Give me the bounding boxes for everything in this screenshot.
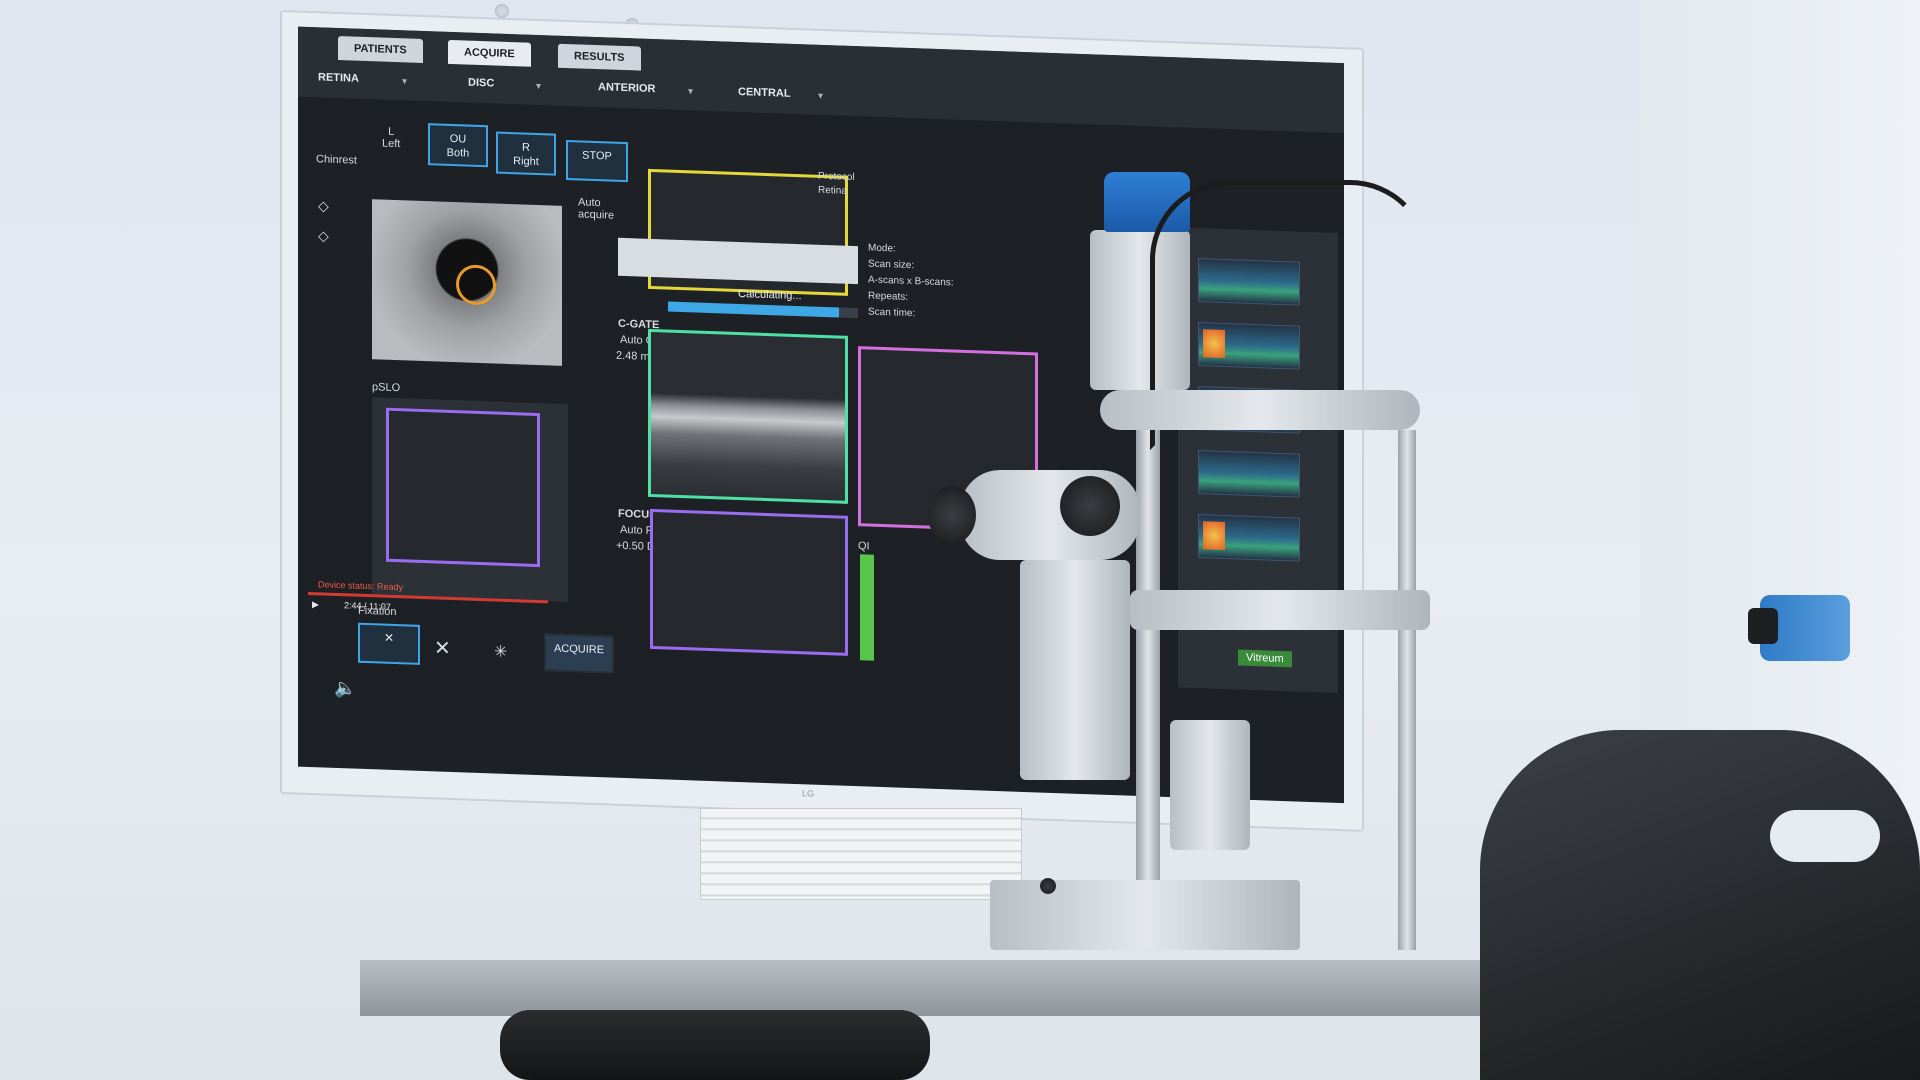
- focus-mode: Auto F: [620, 523, 653, 538]
- fixation-x-icon[interactable]: ✕: [434, 635, 451, 661]
- vitreum-logo: Vitreum: [1238, 649, 1292, 668]
- pslo-scan-frame: [386, 407, 540, 568]
- scan-info-mode: Mode:: [868, 242, 896, 255]
- fixation-star-icon[interactable]: ✳: [494, 641, 507, 661]
- progress-bar: [668, 301, 858, 319]
- forehead-rest: [1100, 390, 1420, 430]
- tab-acquire[interactable]: ACQUIRE: [448, 39, 531, 67]
- chinrest-label: Chinrest: [316, 153, 357, 167]
- eyepiece[interactable]: [928, 486, 976, 544]
- scan-info-repeats: Repeats:: [868, 290, 909, 303]
- oct-frame-purple: [650, 508, 848, 656]
- base-knob[interactable]: [1040, 878, 1056, 894]
- scan-info-time: Scan time:: [868, 306, 916, 320]
- auto-acquire-checkbox[interactable]: Auto acquire: [578, 196, 614, 221]
- wall-vent: [700, 808, 1022, 900]
- tab-patients[interactable]: PATIENTS: [338, 36, 423, 63]
- chair-handle-hole: [1770, 810, 1880, 862]
- exam-chair: [1480, 730, 1920, 1080]
- screw: [495, 4, 509, 18]
- acquire-button[interactable]: ACQUIRE: [544, 633, 614, 674]
- protocol-value[interactable]: Retina: [818, 185, 847, 197]
- speaker-icon[interactable]: 🔈: [334, 678, 356, 700]
- calculating-text: Calculating...: [738, 287, 802, 303]
- device-status: Device status: Ready: [318, 579, 404, 593]
- video-time: 2:44 / 11:07: [344, 600, 391, 612]
- stop-button[interactable]: STOP: [566, 139, 628, 183]
- chevron-down-icon[interactable]: ▾: [402, 76, 407, 87]
- mode-anterior[interactable]: ANTERIOR: [598, 81, 655, 95]
- scan-info-size: Scan size:: [868, 258, 915, 272]
- pslo-label: pSLO: [372, 381, 401, 395]
- top-bar: PATIENTS ACQUIRE RESULTS RETINA ▾ DISC ▾…: [298, 26, 1344, 134]
- chinrest-up-icon[interactable]: ◇: [318, 197, 329, 214]
- tab-results[interactable]: RESULTS: [558, 43, 641, 71]
- result-thumbnail[interactable]: [1198, 450, 1300, 498]
- headrest-pole: [1398, 430, 1416, 950]
- chevron-down-icon[interactable]: ▾: [536, 81, 541, 92]
- result-thumbnail[interactable]: [1198, 514, 1300, 562]
- eye-right-button[interactable]: R Right: [496, 131, 556, 176]
- oct-frame-green: [648, 328, 848, 504]
- chevron-down-icon[interactable]: ▾: [818, 91, 823, 102]
- fixation-cross-button[interactable]: ×: [358, 622, 420, 665]
- progress-fill: [668, 301, 839, 318]
- instrument-table: [360, 960, 1490, 1016]
- pupil-target-icon: [456, 264, 496, 306]
- eye-left-button[interactable]: L Left: [382, 126, 400, 150]
- qi-bar: [860, 554, 874, 661]
- chevron-down-icon[interactable]: ▾: [688, 86, 693, 97]
- protocol-label: Protocol: [818, 170, 855, 184]
- monitor-brand: LG: [802, 788, 815, 799]
- chin-rest-bar: [1130, 590, 1430, 630]
- play-icon[interactable]: ▶: [312, 599, 319, 610]
- mode-disc[interactable]: DISC: [468, 77, 494, 90]
- chinrest-down-icon[interactable]: ◇: [318, 227, 329, 244]
- joystick-base: [1170, 720, 1250, 850]
- eye-both-button[interactable]: OU Both: [428, 123, 488, 168]
- scan-info-ascans: A-scans x B-scans:: [868, 274, 954, 289]
- mode-central[interactable]: CENTRAL: [738, 86, 791, 100]
- side-instrument-lens: [1748, 608, 1778, 644]
- instrument-base: [990, 880, 1300, 950]
- stool-seat: [500, 1010, 930, 1080]
- slit-lamp-arm: [1020, 560, 1130, 780]
- eyepiece[interactable]: [1060, 476, 1120, 536]
- slit-lamp-pole: [1136, 380, 1160, 950]
- qi-label: QI: [858, 540, 870, 553]
- mode-retina[interactable]: RETINA: [318, 71, 359, 84]
